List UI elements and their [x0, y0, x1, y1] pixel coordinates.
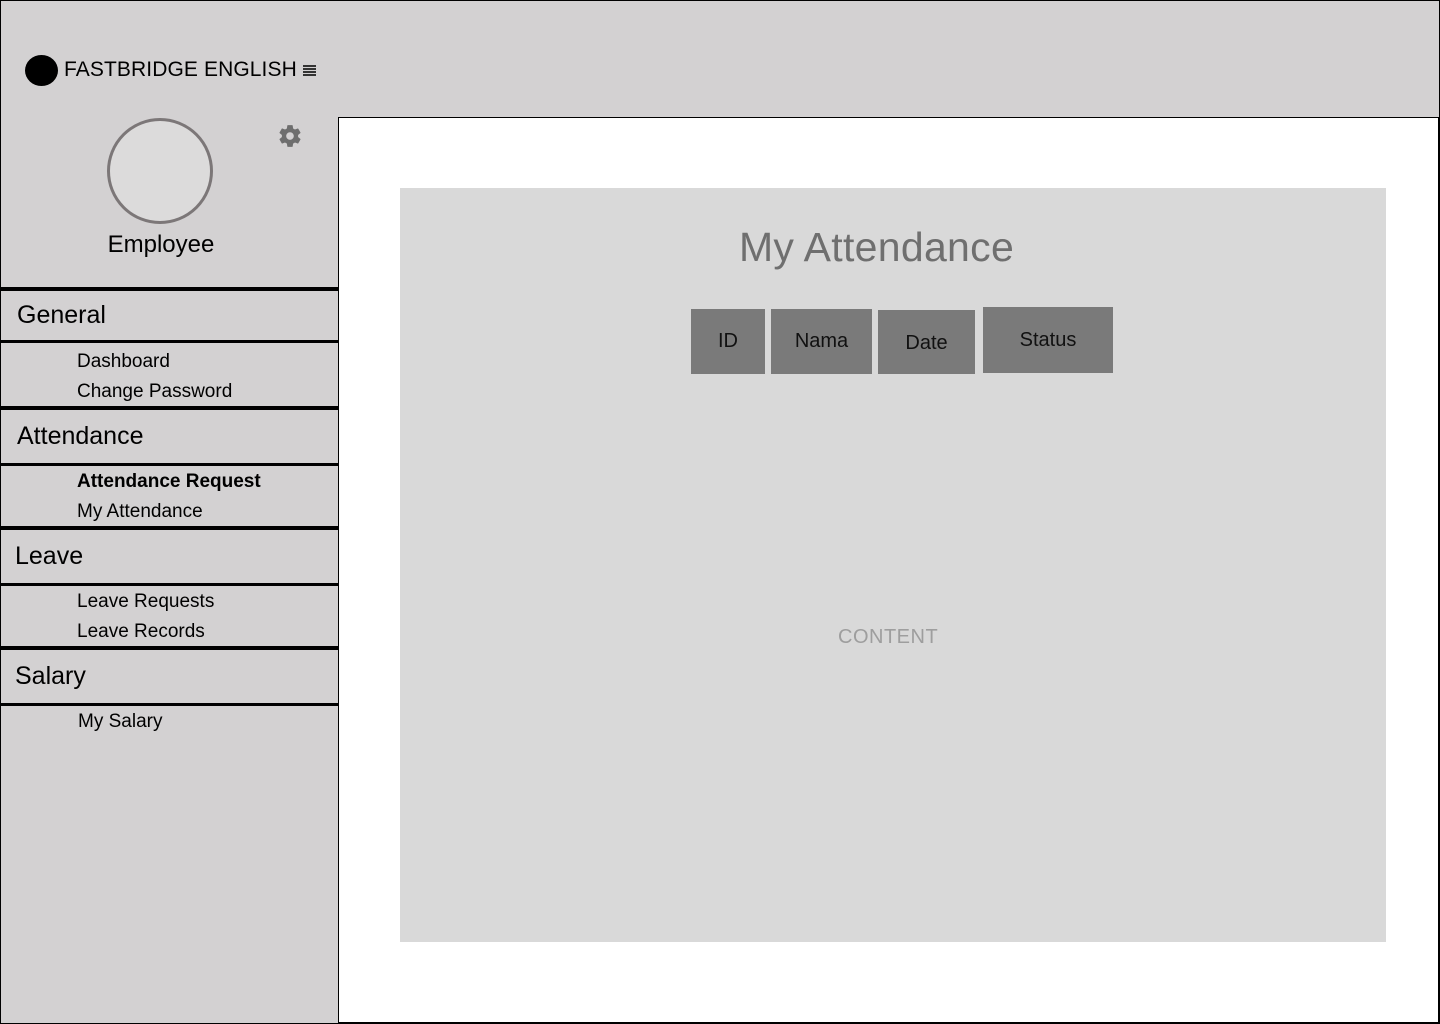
brand-logo	[25, 54, 58, 86]
gear-icon[interactable]	[277, 123, 303, 149]
nav-item-change-password[interactable]: Change Password	[77, 381, 232, 403]
column-header-id[interactable]: ID	[691, 309, 765, 374]
content-card	[400, 188, 1386, 942]
nav-item-leave-records[interactable]: Leave Records	[77, 621, 205, 643]
section-attendance[interactable]: Attendance	[1, 406, 339, 466]
content-placeholder: CONTENT	[838, 626, 939, 648]
brand-name: FASTBRIDGE ENGLISH	[64, 58, 297, 81]
nav-item-my-salary[interactable]: My Salary	[78, 711, 162, 733]
sidebar: FASTBRIDGE ENGLISH Employee General Dash…	[0, 0, 339, 1024]
page-title: My Attendance	[738, 224, 1015, 270]
section-title: Attendance	[17, 422, 144, 450]
section-title: Salary	[15, 662, 86, 690]
section-general[interactable]: General	[1, 287, 339, 343]
nav-item-my-attendance[interactable]: My Attendance	[77, 501, 203, 523]
nav-item-attendance-request[interactable]: Attendance Request	[77, 471, 261, 493]
avatar[interactable]	[107, 118, 213, 224]
profile-role: Employee	[107, 231, 215, 258]
nav-item-dashboard[interactable]: Dashboard	[77, 351, 170, 373]
section-leave[interactable]: Leave	[1, 526, 339, 586]
column-header-date[interactable]: Date	[878, 310, 975, 374]
nav-item-leave-requests[interactable]: Leave Requests	[77, 591, 214, 613]
top-bar	[338, 0, 1440, 118]
section-title: Leave	[15, 542, 84, 570]
column-header-nama[interactable]: Nama	[771, 309, 872, 374]
column-header-status[interactable]: Status	[983, 307, 1113, 373]
section-salary[interactable]: Salary	[1, 646, 339, 706]
section-title: General	[17, 301, 106, 329]
menu-icon[interactable]	[302, 64, 316, 76]
brand[interactable]: FASTBRIDGE ENGLISH	[25, 54, 316, 86]
